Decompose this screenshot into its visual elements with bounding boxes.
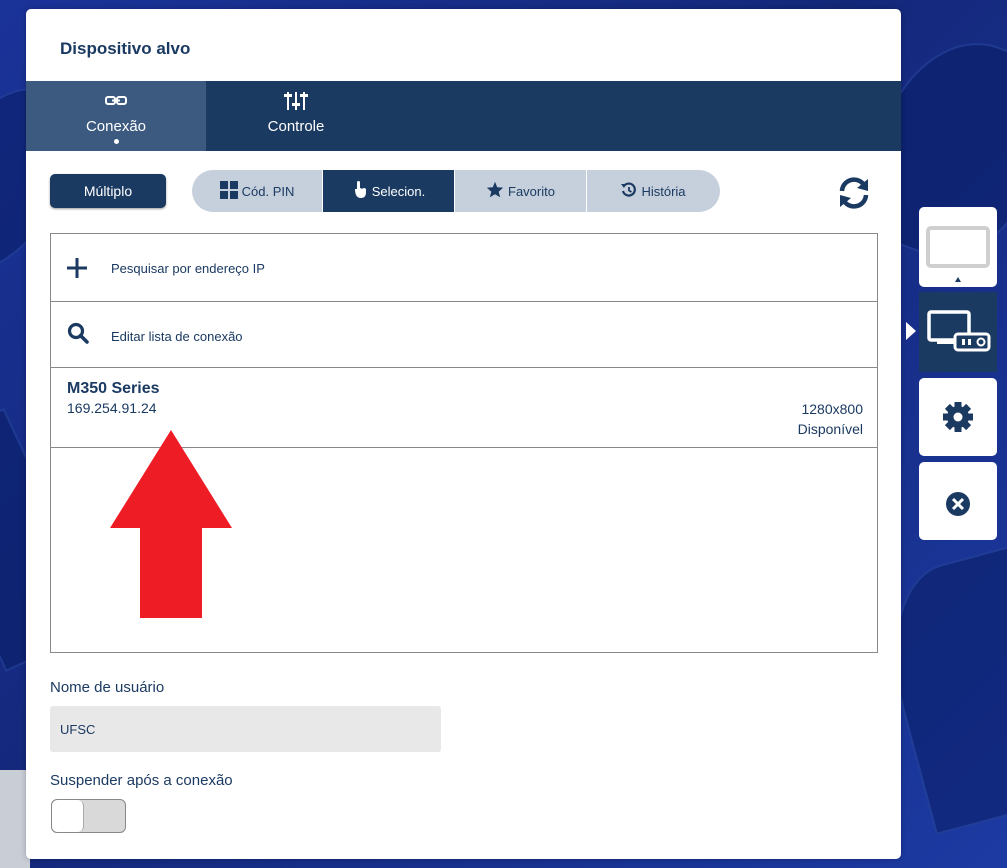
refresh-button[interactable]	[836, 175, 872, 211]
segment-pin-code[interactable]: Cód. PIN	[192, 170, 323, 212]
device-ip: 169.254.91.24	[67, 400, 157, 416]
device-resolution: 1280x800	[801, 401, 863, 417]
close-circle-icon	[946, 492, 970, 516]
tab-control-label: Controle	[267, 118, 325, 135]
refresh-icon	[839, 177, 869, 209]
link-icon	[104, 89, 128, 118]
search-by-ip-label: Pesquisar por endereço IP	[111, 261, 265, 276]
segment-history[interactable]: História	[587, 170, 720, 212]
sliders-icon	[283, 89, 309, 118]
toggle-knob	[52, 800, 84, 832]
segment-pin-code-label: Cód. PIN	[241, 183, 295, 199]
segment-history-label: História	[641, 183, 686, 199]
target-device-panel: Dispositivo alvo Conexão Controle Múltip…	[26, 9, 901, 859]
active-tab-indicator	[113, 139, 119, 144]
multiple-button[interactable]: Múltiplo	[50, 174, 166, 208]
search-icon	[67, 322, 89, 349]
gear-icon	[943, 402, 973, 432]
suspend-toggle[interactable]	[51, 799, 126, 833]
sidebar-monitor-projector-button[interactable]	[919, 292, 997, 372]
device-name: M350 Series	[67, 380, 160, 397]
search-method-selector: Cód. PIN Selecion. Favorito História	[192, 170, 720, 212]
panel-title: Dispositivo alvo	[60, 39, 191, 58]
username-input[interactable]	[50, 706, 441, 752]
red-arrow-annotation	[110, 430, 232, 618]
segment-favorite[interactable]: Favorito	[455, 170, 587, 212]
sidebar-active-caret	[906, 322, 916, 340]
tab-control[interactable]: Controle	[206, 81, 386, 151]
tab-connection-label: Conexão	[85, 118, 147, 135]
pointer-hand-icon	[352, 180, 368, 202]
star-icon	[486, 181, 504, 201]
segment-select[interactable]: Selecion.	[323, 170, 455, 212]
sidebar-display-button[interactable]	[919, 207, 997, 287]
tab-connection[interactable]: Conexão	[26, 81, 206, 151]
username-label: Nome de usuário	[50, 679, 165, 696]
grid-icon	[219, 180, 238, 202]
edit-connection-list-row[interactable]: Editar lista de conexão	[51, 302, 877, 368]
search-by-ip-row[interactable]: Pesquisar por endereço IP	[51, 234, 877, 302]
sidebar-settings-button[interactable]	[919, 378, 997, 456]
edit-connection-list-label: Editar lista de conexão	[111, 329, 243, 344]
sidebar-close-button[interactable]	[919, 462, 997, 540]
tab-bar: Conexão Controle	[26, 81, 901, 151]
display-icon	[926, 226, 990, 282]
history-icon	[621, 181, 637, 201]
plus-icon	[67, 258, 87, 283]
segment-select-label: Selecion.	[371, 183, 426, 199]
device-status: Disponível	[797, 421, 863, 437]
suspend-label: Suspender após a conexão	[50, 772, 233, 789]
segment-favorite-label: Favorito	[508, 183, 555, 199]
monitor-projector-icon	[927, 310, 991, 352]
